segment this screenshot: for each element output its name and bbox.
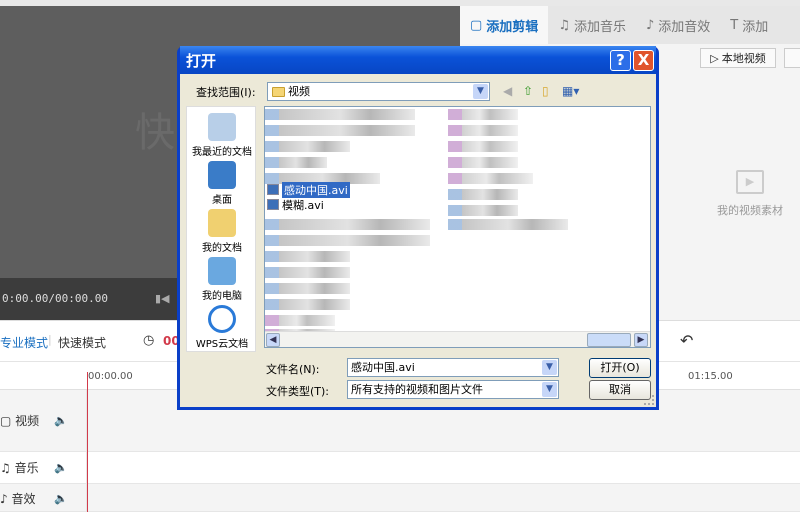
video-icon: ▢ xyxy=(0,414,12,428)
text-icon: T xyxy=(730,17,739,33)
dialog-body: 查找范围(I): 视频 ▼ ◀ ⇧ ▯ ▦▾ 我最近的文档 桌面 我的文档 我的… xyxy=(180,74,656,407)
avi-file-icon xyxy=(267,184,279,195)
tab-add-music[interactable]: ♫ 添加音乐 xyxy=(548,6,636,44)
fast-mode-button[interactable]: 快速模式 xyxy=(58,334,106,351)
recent-documents-icon xyxy=(208,113,236,141)
blurred-file xyxy=(265,299,350,310)
blurred-file xyxy=(448,141,518,152)
blurred-file xyxy=(265,315,335,326)
sound-effect-icon: ♪ xyxy=(0,492,8,506)
tab-add-text[interactable]: T 添加 xyxy=(720,6,778,44)
look-in-select[interactable]: 视频 ▼ xyxy=(267,82,490,101)
video-icon: ▢ xyxy=(470,17,483,33)
playhead[interactable] xyxy=(87,372,88,512)
place-desktop[interactable]: 桌面 xyxy=(187,161,257,206)
my-material-placeholder: ▶ 我的视频素材 xyxy=(700,170,800,218)
clock-icon: ◷ xyxy=(143,333,155,348)
desktop-icon xyxy=(208,161,236,189)
place-recent[interactable]: 我最近的文档 xyxy=(187,113,257,158)
music-icon: ♫ xyxy=(558,17,570,33)
close-button[interactable]: X xyxy=(633,50,654,71)
local-video-button[interactable]: ▷ 本地视频 xyxy=(700,48,776,68)
avi-file-icon xyxy=(267,199,279,210)
my-computer-icon xyxy=(208,257,236,285)
blurred-file xyxy=(448,189,518,200)
blurred-file xyxy=(448,125,518,136)
tab-add-clip[interactable]: ▢ 添加剪辑 xyxy=(460,6,549,44)
resize-grip[interactable] xyxy=(644,395,654,405)
divider: | xyxy=(48,333,52,346)
file-list[interactable]: 感动中国.avi 模糊.avi ◀ ▶ xyxy=(264,106,651,348)
scroll-right-button[interactable]: ▶ xyxy=(634,333,648,347)
music-track: ♫ 音乐 🔈 xyxy=(0,452,800,484)
file-item[interactable]: 感动中国.avi xyxy=(267,181,350,198)
chevron-down-icon[interactable]: ▼ xyxy=(473,84,488,99)
place-wps-cloud[interactable]: WPS云文档 xyxy=(187,305,257,350)
blurred-file xyxy=(448,205,518,216)
video-track-label: ▢ 视频 xyxy=(0,414,40,428)
volume-icon[interactable]: 🔈 xyxy=(54,492,68,505)
blurred-file xyxy=(265,109,415,120)
music-track-label: ♫ 音乐 xyxy=(0,461,39,475)
chevron-down-icon[interactable]: ▼ xyxy=(542,382,557,397)
dialog-titlebar[interactable]: 打开 ? X xyxy=(180,46,656,74)
blurred-file xyxy=(448,219,568,230)
sound-effect-icon: ♪ xyxy=(645,17,655,33)
view-menu-icon[interactable]: ▦▾ xyxy=(562,84,579,98)
scroll-left-button[interactable]: ◀ xyxy=(266,333,280,347)
new-folder-icon[interactable]: ▯ xyxy=(542,84,549,98)
cloud-icon xyxy=(208,305,236,333)
tab-add-sound-effect[interactable]: ♪ 添加音效 xyxy=(636,6,720,44)
folder-icon xyxy=(272,87,285,97)
ruler-start: 00:00.00 xyxy=(88,371,133,382)
preview-watermark: 快 xyxy=(135,110,175,156)
blurred-file xyxy=(265,251,350,262)
blurred-file xyxy=(265,235,430,246)
previous-frame-button[interactable]: ▮◀ xyxy=(155,292,170,305)
blurred-file xyxy=(448,157,518,168)
blurred-file xyxy=(265,219,430,230)
blurred-file xyxy=(265,125,415,136)
place-my-documents[interactable]: 我的文档 xyxy=(187,209,257,254)
sound-effect-track-label: ♪ 音效 xyxy=(0,492,36,506)
play-icon: ▷ xyxy=(710,51,719,65)
places-bar: 我最近的文档 桌面 我的文档 我的电脑 WPS云文档 xyxy=(186,106,256,352)
help-button[interactable]: ? xyxy=(610,50,631,71)
open-file-dialog: 打开 ? X 查找范围(I): 视频 ▼ ◀ ⇧ ▯ ▦▾ 我最近的文档 桌面 … xyxy=(177,46,659,410)
blurred-file xyxy=(448,109,518,120)
blurred-file xyxy=(265,157,327,168)
blurred-file xyxy=(265,267,350,278)
sound-effect-track: ♪ 音效 🔈 xyxy=(0,484,800,512)
undo-icon[interactable]: ↶ xyxy=(680,331,693,350)
dialog-title: 打开 xyxy=(186,51,217,70)
up-folder-icon[interactable]: ⇧ xyxy=(523,84,533,98)
place-my-computer[interactable]: 我的电脑 xyxy=(187,257,257,302)
my-documents-icon xyxy=(208,209,236,237)
file-item[interactable]: 模糊.avi xyxy=(267,198,324,212)
open-button[interactable]: 打开(O) xyxy=(589,358,651,378)
blurred-file xyxy=(448,173,533,184)
volume-icon[interactable]: 🔈 xyxy=(54,461,68,474)
filename-label: 文件名(N): xyxy=(266,363,320,376)
music-icon: ♫ xyxy=(0,461,11,475)
blurred-file xyxy=(265,141,350,152)
image-button[interactable] xyxy=(784,48,800,68)
filetype-select[interactable]: 所有支持的视频和图片文件 ▼ xyxy=(347,380,559,399)
scrollbar-thumb[interactable] xyxy=(587,333,631,347)
volume-icon[interactable]: 🔈 xyxy=(54,414,68,427)
preview-time: 0:00.00/00:00.00 xyxy=(2,292,108,305)
ruler-mark: 01:15.00 xyxy=(688,371,733,382)
blurred-file xyxy=(265,283,350,294)
horizontal-scrollbar[interactable]: ◀ ▶ xyxy=(265,331,650,347)
back-icon[interactable]: ◀ xyxy=(503,84,512,98)
film-icon: ▶ xyxy=(736,170,764,194)
chevron-down-icon[interactable]: ▼ xyxy=(542,360,557,375)
filetype-label: 文件类型(T): xyxy=(266,385,330,398)
look-in-label: 查找范围(I): xyxy=(196,86,256,99)
filename-input[interactable]: 感动中国.avi ▼ xyxy=(347,358,559,377)
pro-mode-button[interactable]: 专业模式 xyxy=(0,334,48,351)
cancel-button[interactable]: 取消 xyxy=(589,380,651,400)
tab-bar: ▢ 添加剪辑 ♫ 添加音乐 ♪ 添加音效 T 添加 xyxy=(460,6,800,44)
